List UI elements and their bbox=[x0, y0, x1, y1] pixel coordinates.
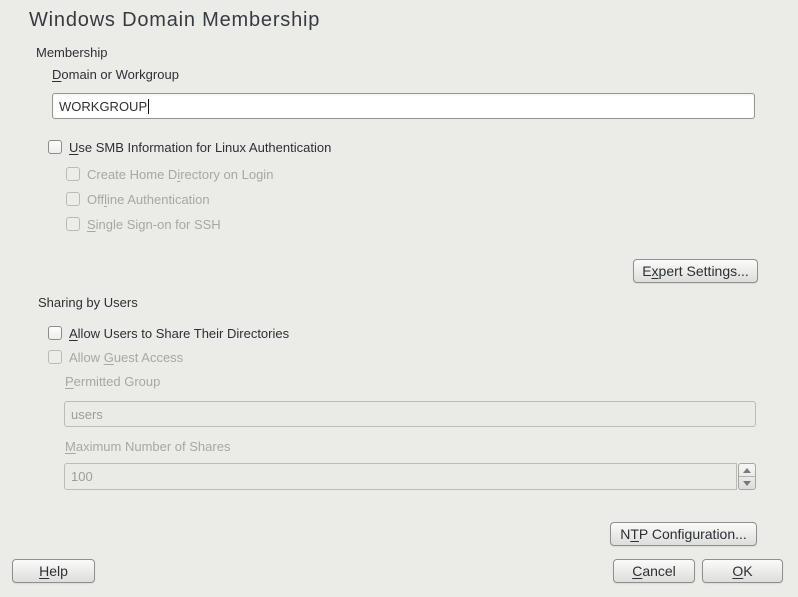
ntp-configuration-button[interactable]: NTP Configuration... bbox=[610, 522, 757, 546]
page-title: Windows Domain Membership bbox=[29, 9, 320, 32]
maximum-shares-input: 100 bbox=[64, 463, 737, 490]
membership-section-header: Membership bbox=[36, 45, 108, 60]
use-smb-authentication-checkbox[interactable]: Use SMB Information for Linux Authentica… bbox=[48, 139, 331, 155]
use-smb-authentication-label: Use SMB Information for Linux Authentica… bbox=[69, 140, 331, 155]
spinner-up-button bbox=[739, 464, 755, 477]
create-home-directory-label: Create Home Directory on Login bbox=[87, 167, 273, 182]
checkbox-unchecked-icon bbox=[48, 326, 62, 340]
allow-guest-access-label: Allow Guest Access bbox=[69, 350, 183, 365]
cancel-button[interactable]: Cancel bbox=[613, 559, 695, 583]
permitted-group-input: users bbox=[64, 401, 756, 427]
domain-workgroup-input[interactable]: WORKGROUP bbox=[52, 93, 755, 119]
permitted-group-label: Permitted Group bbox=[65, 374, 160, 389]
checkbox-unchecked-icon bbox=[66, 217, 80, 231]
cancel-button-label: Cancel bbox=[632, 563, 676, 579]
permitted-group-value: users bbox=[71, 407, 103, 422]
spinner-down-button bbox=[739, 477, 755, 489]
expert-settings-button[interactable]: Expert Settings... bbox=[633, 259, 758, 283]
checkbox-unchecked-icon bbox=[48, 350, 62, 364]
create-home-directory-checkbox: Create Home Directory on Login bbox=[66, 166, 273, 182]
single-sign-on-ssh-label: Single Sign-on for SSH bbox=[87, 217, 221, 232]
text-caret bbox=[148, 99, 149, 114]
ok-button[interactable]: OK bbox=[702, 559, 783, 583]
help-button-label: Help bbox=[39, 563, 68, 579]
arrow-up-icon bbox=[743, 468, 751, 473]
allow-guest-access-checkbox: Allow Guest Access bbox=[48, 349, 183, 365]
domain-workgroup-value: WORKGROUP bbox=[59, 99, 147, 114]
ok-button-label: OK bbox=[732, 563, 752, 579]
windows-domain-membership-dialog: Windows Domain Membership Membership Dom… bbox=[0, 0, 798, 597]
expert-settings-button-label: Expert Settings... bbox=[642, 263, 749, 279]
maximum-shares-value: 100 bbox=[71, 469, 93, 484]
checkbox-unchecked-icon bbox=[48, 140, 62, 154]
checkbox-unchecked-icon bbox=[66, 167, 80, 181]
single-sign-on-ssh-checkbox: Single Sign-on for SSH bbox=[66, 216, 221, 232]
domain-workgroup-label: Domain or Workgroup bbox=[52, 67, 179, 82]
maximum-shares-spinner bbox=[738, 463, 756, 490]
offline-authentication-checkbox: Offline Authentication bbox=[66, 191, 210, 207]
checkbox-unchecked-icon bbox=[66, 192, 80, 206]
sharing-section-header: Sharing by Users bbox=[38, 295, 138, 310]
maximum-shares-label: Maximum Number of Shares bbox=[65, 439, 230, 454]
allow-users-share-checkbox[interactable]: Allow Users to Share Their Directories bbox=[48, 325, 289, 341]
offline-authentication-label: Offline Authentication bbox=[87, 192, 210, 207]
arrow-down-icon bbox=[743, 481, 751, 486]
allow-users-share-label: Allow Users to Share Their Directories bbox=[69, 326, 289, 341]
help-button[interactable]: Help bbox=[12, 559, 95, 583]
ntp-configuration-button-label: NTP Configuration... bbox=[620, 526, 747, 542]
